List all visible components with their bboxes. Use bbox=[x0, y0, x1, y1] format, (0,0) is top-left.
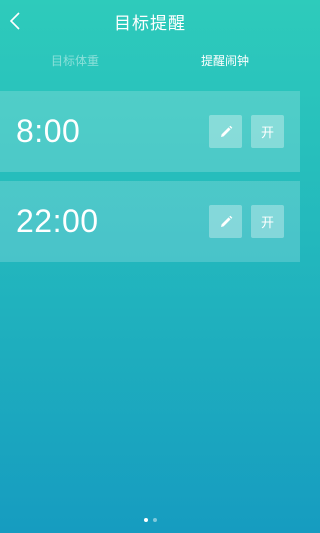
alarm-row[interactable]: 8:00 开 bbox=[0, 91, 300, 172]
page-dot-active bbox=[143, 518, 148, 522]
pencil-icon bbox=[220, 125, 232, 137]
tab-bar: 目标体重 提醒闹钟 bbox=[0, 44, 300, 80]
alarm-time: 8:00 bbox=[16, 113, 81, 149]
tab-target-weight[interactable]: 目标体重 bbox=[0, 52, 150, 69]
page-dot bbox=[152, 518, 157, 522]
tab-reminder-alarm[interactable]: 提醒闹钟 bbox=[150, 52, 300, 69]
header-bar: 目标提醒 bbox=[0, 0, 300, 44]
alarm-toggle-button[interactable]: 开 bbox=[251, 115, 284, 148]
pencil-icon bbox=[220, 215, 232, 227]
page-title: 目标提醒 bbox=[114, 14, 186, 34]
alarm-toggle-button[interactable]: 开 bbox=[251, 205, 284, 238]
page-indicator bbox=[0, 518, 300, 522]
alarm-row[interactable]: 22:00 开 bbox=[0, 181, 300, 262]
alarm-time: 22:00 bbox=[16, 203, 99, 239]
edit-alarm-button[interactable] bbox=[209, 115, 242, 148]
edit-alarm-button[interactable] bbox=[209, 205, 242, 238]
